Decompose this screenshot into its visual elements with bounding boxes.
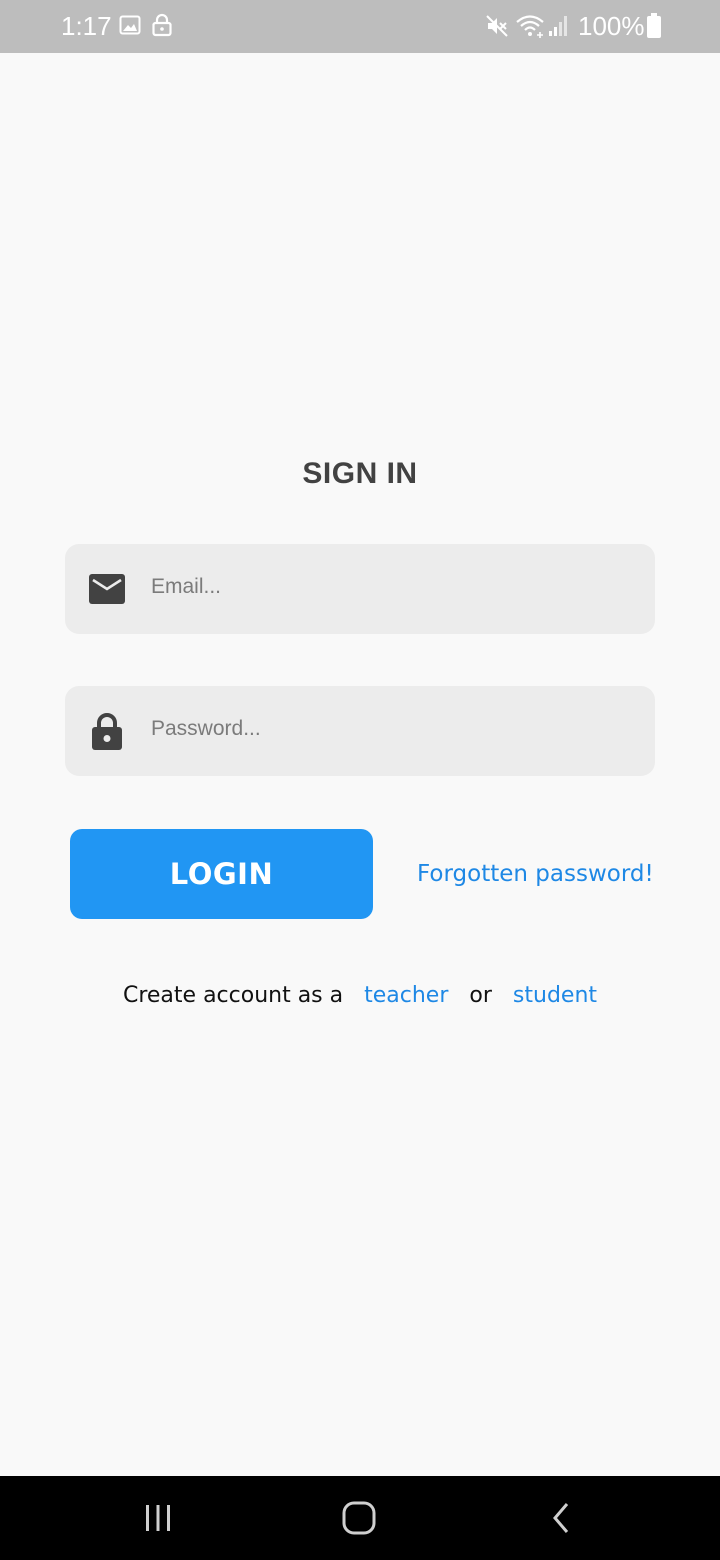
wifi-icon (515, 13, 545, 44)
mail-icon (89, 574, 125, 609)
home-icon[interactable] (329, 1496, 389, 1540)
signal-icon (548, 13, 570, 42)
password-field[interactable] (65, 686, 655, 776)
status-time: 1:17 (61, 11, 112, 41)
password-input[interactable] (149, 686, 633, 772)
image-icon (119, 14, 141, 41)
forgot-password-link[interactable]: Forgotten password! (417, 858, 654, 890)
mute-icon (485, 14, 509, 43)
navigation-bar (0, 1476, 720, 1560)
or-label: or (469, 983, 492, 1008)
email-input[interactable] (149, 544, 633, 630)
lock-icon (92, 712, 122, 755)
back-icon[interactable] (531, 1496, 591, 1540)
email-field[interactable] (65, 544, 655, 634)
page-title: SIGN IN (302, 457, 418, 490)
battery-percent: 100% (578, 11, 645, 41)
login-button[interactable]: LOGIN (70, 829, 373, 919)
create-account-prefix: Create account as a (122, 983, 344, 1008)
teacher-link[interactable]: teacher (364, 983, 448, 1008)
lock-icon (151, 13, 173, 42)
recent-apps-icon[interactable] (128, 1496, 188, 1540)
student-link[interactable]: student (513, 983, 597, 1008)
battery-icon (646, 13, 662, 44)
status-bar: 1:17 100% (0, 0, 720, 53)
create-account-row: Create account as a teacher or student (0, 980, 720, 1012)
